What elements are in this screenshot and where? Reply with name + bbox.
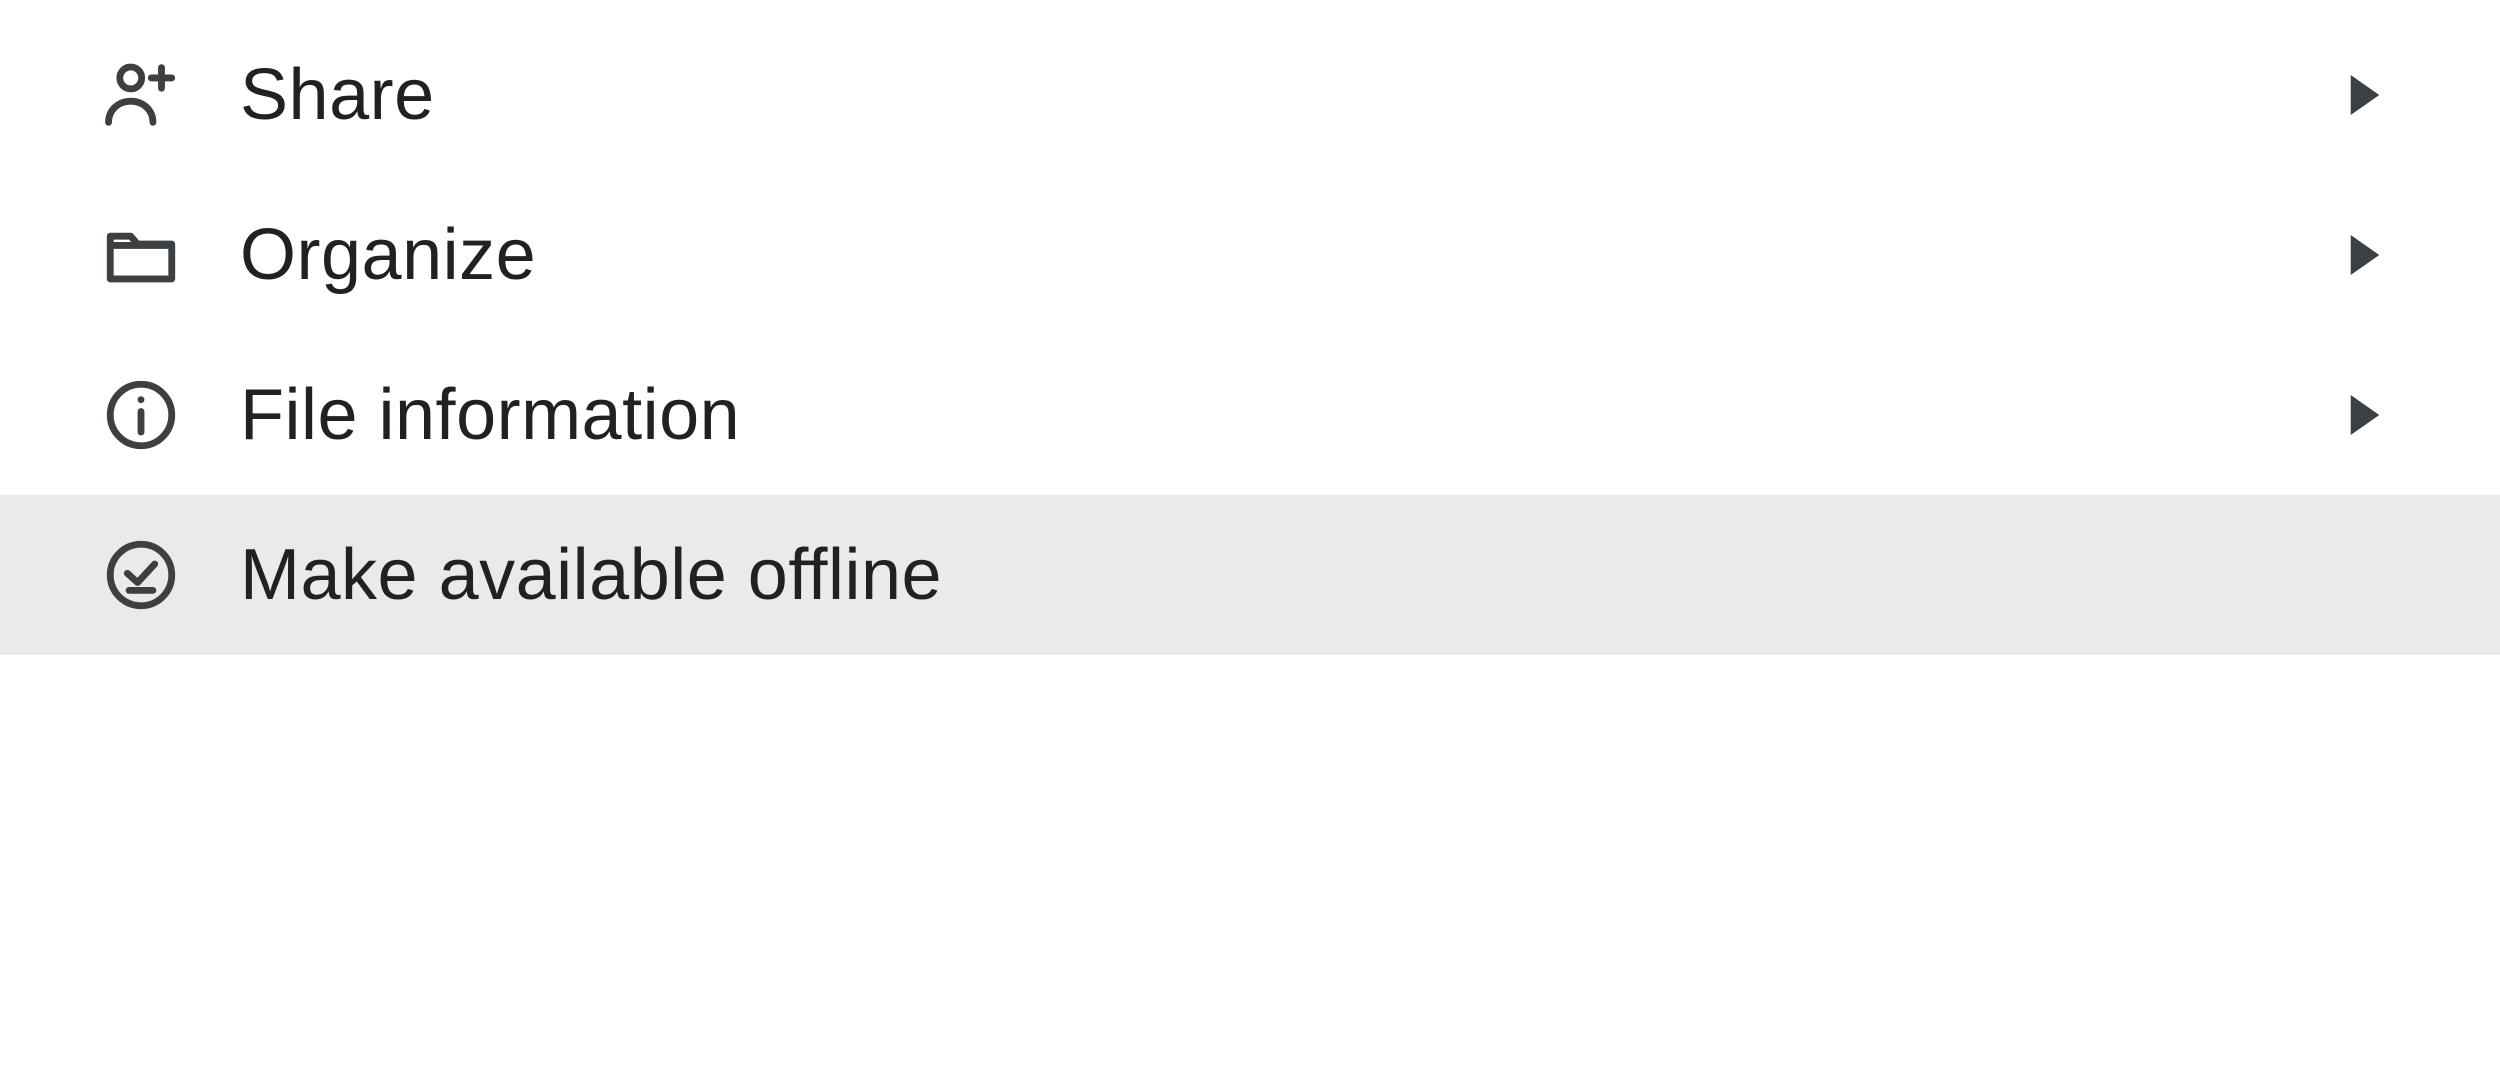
chevron-right-icon <box>2345 395 2385 435</box>
chevron-right-icon <box>2345 235 2385 275</box>
offline-pin-icon <box>100 525 220 625</box>
menu-item-file-information[interactable]: File information <box>0 335 2500 495</box>
menu-item-label: Organize <box>220 214 2345 296</box>
menu-item-organize[interactable]: Organize <box>0 175 2500 335</box>
folder-icon <box>100 205 220 305</box>
info-icon <box>100 365 220 465</box>
chevron-right-icon <box>2345 75 2385 115</box>
menu-item-share[interactable]: Share <box>0 0 2500 175</box>
person-add-icon <box>100 45 220 145</box>
menu-item-label: Make available offline <box>220 534 2385 616</box>
menu-item-make-available-offline[interactable]: Make available offline <box>0 495 2500 655</box>
context-menu: Share Organize File information <box>0 0 2500 655</box>
menu-item-label: File information <box>220 374 2345 456</box>
menu-item-label: Share <box>220 54 2345 136</box>
